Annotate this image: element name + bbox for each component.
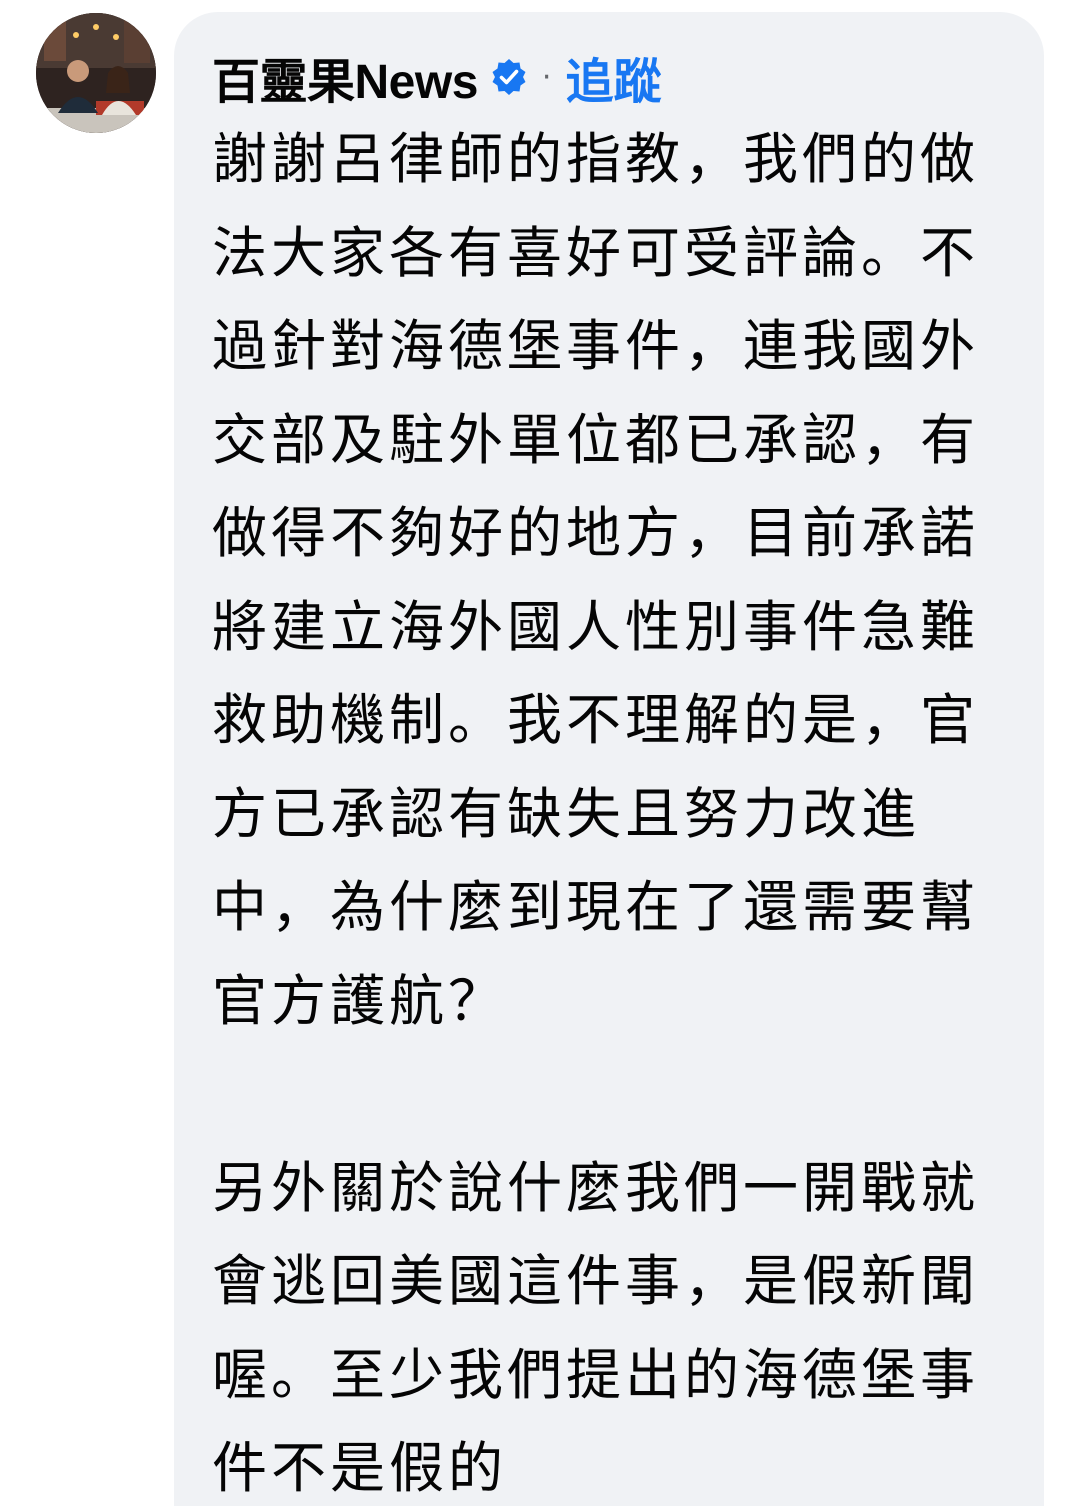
comment-line: 將建立海外國人性別事件急難 — [212, 594, 980, 659]
comment-line: 另外關於說什麼我們一開戰就 — [212, 1155, 980, 1220]
follow-button[interactable]: 追蹤 — [565, 42, 661, 112]
comment-line: 件不是假的 — [212, 1436, 508, 1500]
comment-line: 法大家各有喜好可受評論。不 — [212, 220, 980, 285]
comment-line: 喔。至少我們提出的海德堡事 — [212, 1342, 980, 1407]
comment-line: 做得不夠好的地方，目前承諾 — [212, 501, 980, 565]
verified-badge-icon — [490, 58, 528, 96]
comment: 百靈果News · 追蹤 謝謝呂律師的指教，我們的做 法大家各有喜好可受評論。不… — [0, 0, 1080, 1506]
comment-line: 過針對海德堡事件，連我國外 — [212, 314, 980, 378]
separator-dot: · — [541, 59, 552, 95]
comment-line: 官方護航？ — [212, 968, 508, 1033]
avatar-photo — [36, 13, 156, 133]
comment-text: 謝謝呂律師的指教，我們的做 法大家各有喜好可受評論。不 過針對海德堡事件，連我國… — [212, 113, 992, 1506]
comment-line: 謝謝呂律師的指教，我們的做 — [212, 127, 980, 191]
comment-line: 方已承認有缺失且努力改進 — [212, 781, 921, 846]
comment-line: 中，為什麼到現在了還需要幫 — [212, 875, 980, 939]
comment-header: 百靈果News · 追蹤 — [212, 44, 661, 110]
author-name[interactable]: 百靈果News — [212, 42, 478, 112]
comment-line: 救助機制。我不理解的是，官 — [212, 688, 980, 752]
author-avatar[interactable] — [36, 13, 156, 133]
comment-line: 會逃回美國這件事，是假新聞 — [212, 1249, 980, 1313]
comment-line: 交部及駐外單位都已承認，有 — [212, 407, 980, 472]
